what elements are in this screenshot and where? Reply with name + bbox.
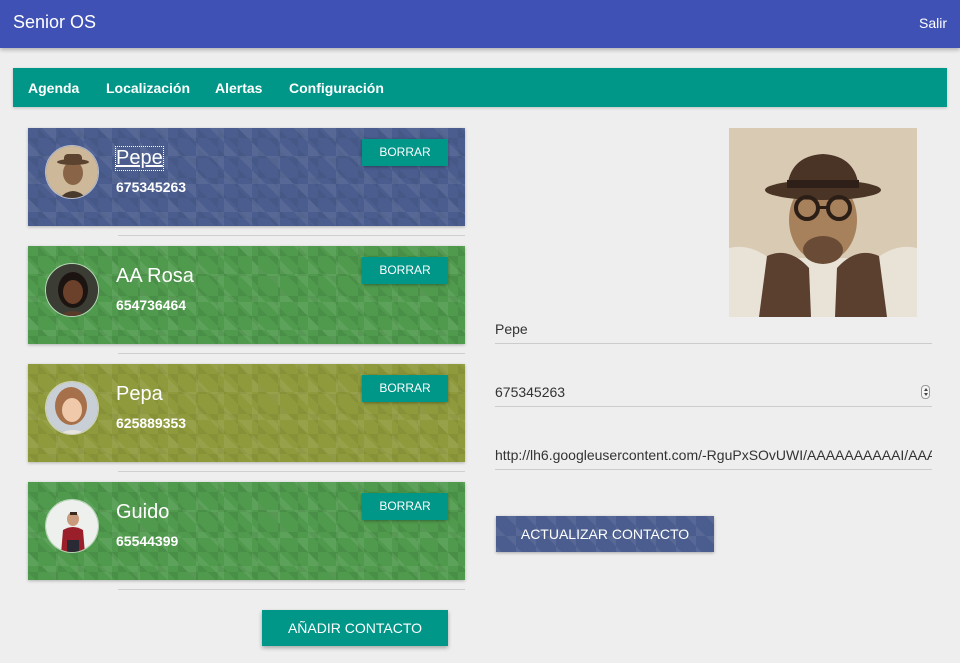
logout-link[interactable]: Salir — [919, 15, 947, 31]
contact-photo — [729, 128, 917, 317]
nav-item-alertas[interactable]: Alertas — [215, 80, 262, 96]
contact-card[interactable]: Pepa 625889353 BORRAR — [28, 364, 465, 462]
photo-url-input[interactable] — [495, 442, 932, 468]
contact-card[interactable]: Pepe 675345263 BORRAR — [28, 128, 465, 226]
delete-contact-button[interactable]: BORRAR — [362, 493, 448, 520]
contact-name[interactable]: Guido — [116, 501, 169, 524]
contact-avatar — [45, 263, 99, 317]
contact-card[interactable]: Guido 65544399 BORRAR — [28, 482, 465, 580]
delete-contact-button[interactable]: BORRAR — [362, 257, 448, 284]
name-input[interactable] — [495, 316, 932, 342]
divider — [118, 589, 465, 590]
app-bar: Senior OS Salir — [0, 0, 960, 48]
divider — [118, 353, 465, 354]
phone-input[interactable] — [495, 379, 932, 405]
contact-phone: 675345263 — [116, 179, 187, 195]
contact-name[interactable]: Pepe — [115, 146, 164, 171]
contact-name[interactable]: Pepa — [116, 383, 163, 406]
nav-item-agenda[interactable]: Agenda — [28, 80, 79, 96]
contact-avatar — [45, 499, 99, 553]
contact-card[interactable]: AA Rosa 654736464 BORRAR — [28, 246, 465, 344]
contact-phone: 65544399 — [116, 533, 179, 549]
contact-phone: 654736464 — [116, 297, 187, 313]
add-contact-button[interactable]: AÑADIR CONTACTO — [262, 610, 448, 646]
contact-name[interactable]: AA Rosa — [116, 265, 194, 288]
update-contact-button[interactable]: ACTUALIZAR CONTACTO — [496, 516, 714, 552]
nav-item-configuracion[interactable]: Configuración — [289, 80, 384, 96]
contact-phone: 625889353 — [116, 415, 187, 431]
divider — [118, 235, 465, 236]
divider — [118, 471, 465, 472]
contact-avatar — [45, 145, 99, 199]
name-field — [495, 316, 932, 344]
contact-avatar — [45, 381, 99, 435]
delete-contact-button[interactable]: BORRAR — [362, 375, 448, 402]
photo-url-field — [495, 442, 932, 470]
delete-contact-button[interactable]: BORRAR — [362, 139, 448, 166]
phone-field — [495, 379, 932, 407]
number-spinner-icon[interactable] — [921, 385, 930, 399]
nav-item-localizacion[interactable]: Localización — [106, 80, 190, 96]
app-title: Senior OS — [13, 12, 97, 32]
main-nav: Agenda Localización Alertas Configuració… — [13, 68, 947, 107]
